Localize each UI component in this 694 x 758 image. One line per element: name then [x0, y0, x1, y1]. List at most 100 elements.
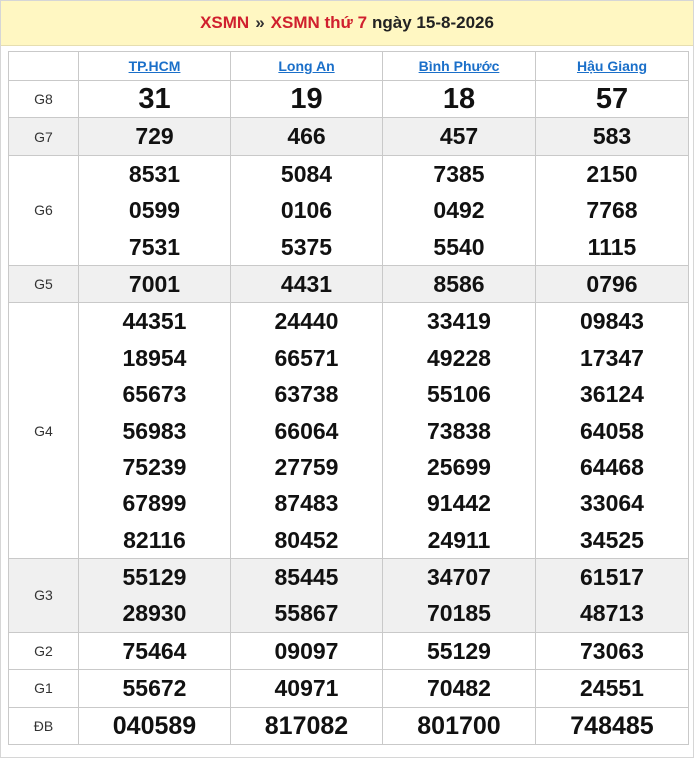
prize-cell: 8586 — [382, 264, 536, 304]
prize-row-g4: G4 44351 18954 65673 56983 75239 67899 82116 244… — [8, 302, 689, 560]
prize-number: 75464 — [122, 637, 187, 664]
prize-cell: 34707 70185 — [382, 558, 536, 633]
results-panel: XSMN » XSMN thứ 7 ngày 15-8-2026 TP.HCM … — [0, 0, 694, 758]
prize-number: 57 — [595, 83, 629, 115]
province-link-tphcm[interactable]: TP.HCM — [129, 58, 181, 74]
prize-number: 801700 — [417, 711, 501, 740]
prize-number: 0599 — [128, 197, 181, 224]
prize-label: G3 — [8, 558, 79, 633]
prize-number: 55129 — [122, 564, 187, 591]
prize-cell: 748485 — [535, 706, 689, 746]
prize-number: 44351 — [122, 308, 187, 335]
prize-number: 466 — [287, 123, 326, 150]
prize-number: 67899 — [122, 490, 187, 517]
province-header-hau-giang: Hậu Giang — [535, 51, 689, 81]
prize-number: 40971 — [274, 675, 339, 702]
prize-row-g2: G2 75464 09097 55129 73063 — [8, 631, 689, 671]
prize-cell: 817082 — [230, 706, 383, 746]
breadcrumb-separator: » — [255, 13, 265, 32]
prize-cell: 8531 0599 7531 — [78, 154, 231, 266]
prize-cell: 85445 55867 — [230, 558, 383, 633]
prize-label: G1 — [8, 669, 79, 708]
prize-number: 70482 — [427, 675, 491, 702]
prize-cell: 2150 7768 1115 — [535, 154, 689, 266]
prize-number: 75239 — [122, 453, 187, 480]
province-header-tphcm: TP.HCM — [78, 51, 231, 81]
prize-number: 55867 — [274, 600, 339, 627]
prize-number: 66064 — [274, 417, 339, 444]
prize-cell: 40971 — [230, 669, 383, 708]
prize-cell: 31 — [78, 79, 231, 119]
prize-number: 457 — [439, 123, 479, 150]
prize-cell: 583 — [535, 117, 689, 156]
prize-number: 63738 — [274, 381, 339, 408]
prize-number: 748485 — [570, 711, 654, 740]
results-table: TP.HCM Long An Bình Phước Hậu Giang G8 31… — [8, 51, 689, 746]
prize-cell: 33419 49228 55106 73838 25699 91442 24911 — [382, 302, 536, 560]
prize-number: 17347 — [580, 344, 644, 371]
xsmn-saturday-link[interactable]: XSMN thứ 7 — [271, 13, 367, 33]
prize-cell: 44351 18954 65673 56983 75239 67899 82116 — [78, 302, 231, 560]
prize-number: 19 — [290, 83, 323, 115]
prize-cell: 466 — [230, 117, 383, 156]
prize-number: 70185 — [427, 600, 491, 627]
prize-number: 31 — [138, 83, 171, 115]
prize-number: 4431 — [280, 270, 333, 297]
prize-cell: 55129 — [382, 631, 536, 671]
prize-row-g5: G5 7001 4431 8586 0796 — [8, 264, 689, 304]
prize-number: 64058 — [580, 417, 644, 444]
prize-number: 27759 — [274, 453, 339, 480]
prize-cell: 0796 — [535, 264, 689, 304]
prize-label: G4 — [8, 302, 79, 560]
prize-cell: 09843 17347 36124 64058 64468 33064 34525 — [535, 302, 689, 560]
province-header-row: TP.HCM Long An Bình Phước Hậu Giang — [8, 51, 689, 81]
prize-number: 80452 — [274, 526, 339, 553]
prize-number: 55129 — [427, 637, 491, 664]
prize-row-g1: G1 55672 40971 70482 24551 — [8, 669, 689, 708]
prize-number: 24551 — [580, 675, 644, 702]
prize-number: 0106 — [280, 197, 333, 224]
prize-number: 28930 — [122, 600, 187, 627]
prize-row-g8: G8 31 19 18 57 — [8, 79, 689, 119]
xsmn-link[interactable]: XSMN — [200, 13, 249, 33]
prize-number: 5084 — [280, 160, 333, 187]
prize-label: G5 — [8, 264, 79, 304]
province-header-binh-phuoc: Bình Phước — [382, 51, 536, 81]
prize-number: 85445 — [274, 564, 339, 591]
province-link-hau-giang[interactable]: Hậu Giang — [577, 58, 647, 74]
prize-number: 64468 — [580, 453, 644, 480]
prize-number: 18 — [442, 83, 476, 115]
prize-cell: 09097 — [230, 631, 383, 671]
prize-number: 8531 — [128, 160, 181, 187]
prize-number: 73838 — [427, 417, 491, 444]
prize-cell: 4431 — [230, 264, 383, 304]
prize-number: 24440 — [274, 308, 339, 335]
prize-cell: 55129 28930 — [78, 558, 231, 633]
prize-number: 09843 — [580, 308, 644, 335]
prize-label: G6 — [8, 154, 79, 266]
prize-cell: 61517 48713 — [535, 558, 689, 633]
prize-label: G2 — [8, 631, 79, 671]
prize-number: 33064 — [580, 490, 644, 517]
prize-number: 56983 — [122, 417, 187, 444]
prize-number: 61517 — [580, 564, 644, 591]
draw-date: ngày 15-8-2026 — [372, 13, 494, 32]
province-link-binh-phuoc[interactable]: Bình Phước — [419, 58, 500, 74]
prize-number: 817082 — [264, 711, 349, 740]
province-link-long-an[interactable]: Long An — [278, 58, 334, 74]
prize-cell: 24551 — [535, 669, 689, 708]
prize-cell: 19 — [230, 79, 383, 119]
prize-label: G7 — [8, 117, 79, 156]
prize-number: 5375 — [280, 233, 333, 260]
prize-cell: 57 — [535, 79, 689, 119]
prize-number: 8586 — [433, 270, 485, 297]
prize-cell: 24440 66571 63738 66064 27759 87483 80452 — [230, 302, 383, 560]
prize-label: ĐB — [8, 706, 79, 746]
prize-row-g6: G6 8531 0599 7531 5084 0106 5375 7385 0492 5540 21… — [8, 154, 689, 266]
prize-cell: 73063 — [535, 631, 689, 671]
prize-label: G8 — [8, 79, 79, 119]
prize-number: 7531 — [128, 233, 181, 260]
prize-number: 34707 — [427, 564, 491, 591]
prize-number: 7768 — [586, 197, 638, 224]
prize-number: 583 — [592, 123, 632, 150]
